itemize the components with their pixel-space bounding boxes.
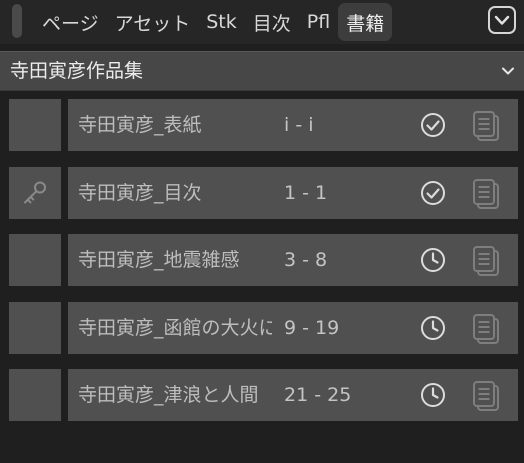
list-item: 寺田寅彦_表紙 i - i: [0, 99, 524, 151]
tab-stk[interactable]: Stk: [198, 3, 245, 41]
chapter-title: 寺田寅彦_表紙: [78, 114, 202, 136]
chapter-list: 寺田寅彦_表紙 i - i 寺田寅彦_目次 1 - 1 寺田寅彦_地震雑感 3 …: [0, 99, 524, 437]
page-range: i - i: [284, 114, 314, 136]
chapter-title: 寺田寅彦_目次: [78, 181, 202, 204]
book-panel: ページ アセット Stk 目次 Pfl 書籍 寺田寅彦作品集 寺田寅彦_表紙 i…: [0, 0, 524, 463]
page-range: 21 - 25: [284, 384, 352, 406]
book-selector[interactable]: 寺田寅彦作品集: [0, 51, 524, 91]
row-lead-cell[interactable]: [9, 99, 61, 151]
chapter-title: 寺田寅彦_津浪と人間: [78, 384, 259, 406]
row-lead-cell[interactable]: [9, 234, 61, 286]
tab-pfl[interactable]: Pfl: [299, 3, 338, 41]
drag-handle[interactable]: [12, 4, 22, 38]
page-range: 3 - 8: [284, 249, 328, 271]
row-lead-cell[interactable]: [9, 166, 61, 219]
row-lead-cell[interactable]: [9, 301, 61, 354]
chapter-card[interactable]: 寺田寅彦_表紙 i - i: [68, 99, 518, 151]
list-item: 寺田寅彦_津浪と人間 21 - 25: [0, 369, 524, 421]
chevron-down-icon: [494, 15, 510, 25]
page-range: 9 - 19: [284, 316, 340, 339]
clock-icon: [421, 248, 445, 272]
check-circle-icon: [421, 180, 445, 205]
tab-bar: ページ アセット Stk 目次 Pfl 書籍: [0, 0, 524, 44]
list-item: 寺田寅彦_函館の大火について 9 - 19: [0, 301, 524, 354]
list-item: 寺田寅彦_目次 1 - 1: [0, 166, 524, 219]
clock-icon: [421, 383, 445, 407]
chevron-down-icon: [502, 67, 514, 75]
row-lead-cell[interactable]: [9, 369, 61, 421]
document-stack-icon[interactable]: [472, 245, 502, 277]
page-range: 1 - 1: [284, 181, 328, 204]
tab-books[interactable]: 書籍: [338, 3, 393, 41]
expand-menu-button[interactable]: [488, 6, 516, 34]
clock-icon: [421, 315, 445, 340]
tab-toc[interactable]: 目次: [245, 3, 299, 41]
chapter-card[interactable]: 寺田寅彦_津浪と人間 21 - 25: [68, 369, 518, 421]
chapter-card[interactable]: 寺田寅彦_目次 1 - 1: [68, 166, 518, 219]
document-stack-icon[interactable]: [472, 313, 502, 345]
tab-list: ページ アセット Stk 目次 Pfl 書籍: [34, 0, 393, 44]
chapter-card[interactable]: 寺田寅彦_地震雑感 3 - 8: [68, 234, 518, 286]
document-stack-icon[interactable]: [472, 178, 502, 210]
document-stack-icon[interactable]: [472, 380, 502, 412]
key-icon: [24, 181, 46, 203]
chapter-title: 寺田寅彦_地震雑感: [78, 249, 240, 271]
document-stack-icon[interactable]: [472, 110, 502, 142]
book-selector-value: 寺田寅彦作品集: [10, 60, 144, 82]
tab-page[interactable]: ページ: [34, 3, 107, 41]
check-circle-icon: [421, 113, 445, 137]
chapter-title: 寺田寅彦_函館の大火について: [78, 316, 272, 339]
list-item: 寺田寅彦_地震雑感 3 - 8: [0, 234, 524, 286]
tab-assets[interactable]: アセット: [107, 3, 199, 41]
chapter-card[interactable]: 寺田寅彦_函館の大火について 9 - 19: [68, 301, 518, 354]
